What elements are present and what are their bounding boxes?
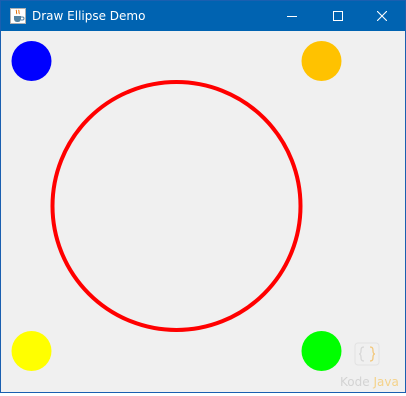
yellow-filled-circle [11,331,52,371]
watermark-word-java: Java [373,375,399,389]
maximize-icon [333,11,343,21]
blue-filled-circle [11,41,52,81]
window-title: Draw Ellipse Demo [32,9,146,23]
drawing-canvas: Kode Java [1,31,405,392]
red-outlined-circle [50,80,303,332]
minimize-button[interactable] [269,1,315,31]
java-coffee-cup-icon [10,8,26,24]
canvas-graphics [11,41,380,371]
watermark-word-kode: Kode [340,375,370,389]
title-bar[interactable]: Draw Ellipse Demo [1,1,405,31]
orange-filled-circle [301,41,342,81]
minimize-icon [287,16,297,17]
close-icon [377,11,387,21]
maximize-button[interactable] [315,1,361,31]
curly-braces-logo [354,342,380,366]
close-button[interactable] [359,1,405,31]
green-filled-circle [301,331,342,371]
watermark-text: Kode Java [340,375,399,389]
app-window: Draw Ellipse Demo Kode Java [0,0,406,393]
